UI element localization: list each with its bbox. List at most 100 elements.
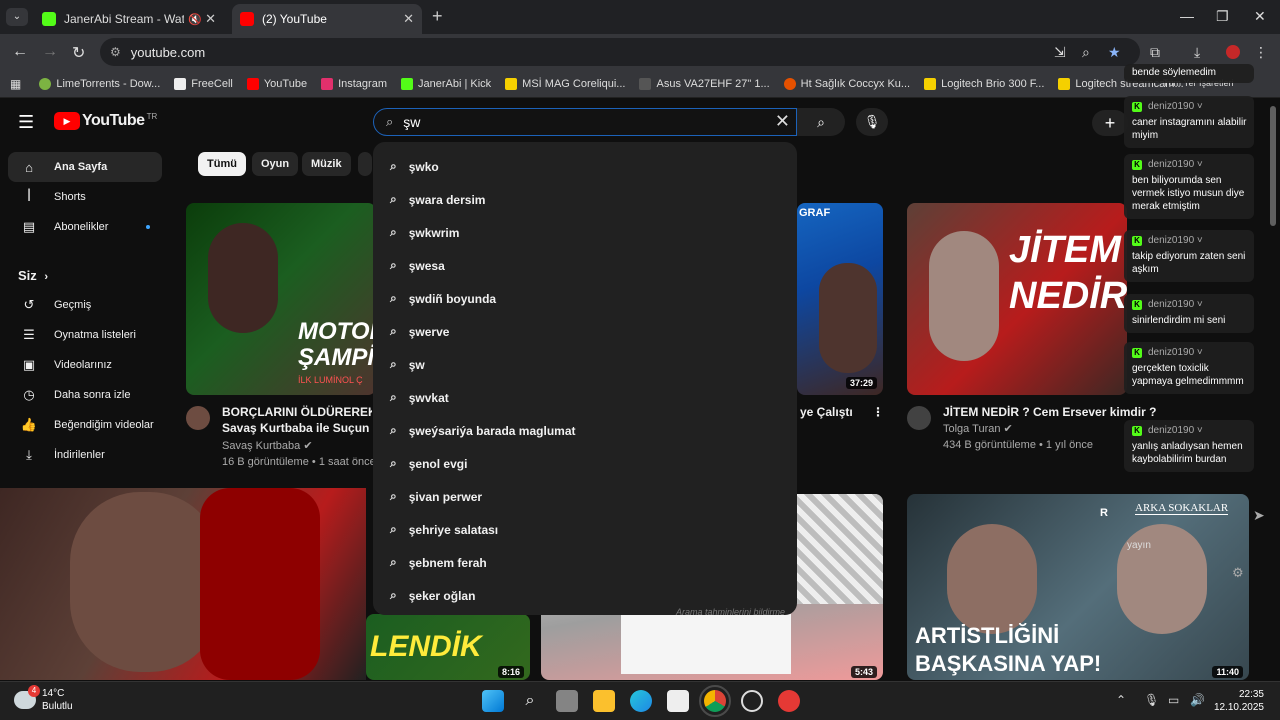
sidebar-item-playlists[interactable]: ☰ Oynatma listeleri bbox=[8, 320, 162, 350]
suggestion-item[interactable]: ⌕ şivan perwer bbox=[373, 480, 797, 513]
browser-tab-youtube[interactable]: (2) YouTube ✕ bbox=[232, 4, 422, 34]
tab-search-button[interactable]: ⌄ bbox=[6, 8, 28, 26]
sidebar-item-history[interactable]: ↺ Geçmiş bbox=[8, 290, 162, 320]
suggestion-item[interactable]: ⌕ şwvkat bbox=[373, 381, 797, 414]
suggestion-item[interactable]: ⌕ şwdiñ boyunda bbox=[373, 282, 797, 315]
suggestion-item[interactable]: ⌕ şebnem ferah bbox=[373, 546, 797, 579]
sidebar-item-shorts[interactable]: ꟾ Shorts bbox=[8, 182, 162, 212]
you-section-heading[interactable]: Siz › bbox=[18, 268, 48, 283]
weather-widget[interactable]: 14°C Bulutlu 4 bbox=[14, 685, 73, 713]
video-thumbnail[interactable]: MOTOK ŞAMPİYON İLK LUMİNOL Ç bbox=[186, 203, 376, 395]
address-bar[interactable]: ⚙ youtube.com bbox=[100, 38, 1140, 66]
chip-all[interactable]: Tümü bbox=[198, 152, 246, 176]
apps-icon[interactable]: ▦ bbox=[10, 77, 21, 91]
profile-avatar[interactable] bbox=[1226, 45, 1240, 59]
close-tab-icon[interactable]: ✕ bbox=[403, 11, 414, 27]
youtube-logo[interactable]: ▶ YouTube TR bbox=[54, 112, 157, 130]
task-view-icon[interactable] bbox=[556, 690, 578, 712]
send-icon[interactable]: ➤ bbox=[1253, 507, 1265, 524]
search-input[interactable] bbox=[403, 114, 744, 130]
chip-more[interactable] bbox=[358, 152, 372, 176]
video-title[interactable]: BORÇLARINI ÖLDÜREREK Ö bbox=[222, 404, 372, 420]
create-button[interactable]: + bbox=[1092, 110, 1128, 136]
sidebar-item-subscriptions[interactable]: ▤ Abonelikler bbox=[8, 212, 162, 242]
suggestion-item[interactable]: ⌕ şehriye salatası bbox=[373, 513, 797, 546]
site-info-icon[interactable]: ⚙ bbox=[110, 45, 121, 59]
search-button[interactable]: ⌕ bbox=[797, 108, 845, 136]
bookmark-item[interactable]: Logitech Brio 300 F... bbox=[924, 77, 1044, 90]
more-options-icon[interactable]: ⋮ bbox=[872, 404, 884, 420]
settings-icon[interactable]: ⚙ bbox=[1232, 565, 1244, 581]
chip-gaming[interactable]: Oyun bbox=[252, 152, 299, 176]
voice-search-button[interactable]: 🎙 bbox=[856, 108, 888, 136]
video-title[interactable]: ye Çalıştı bbox=[800, 404, 853, 420]
suggestion-item[interactable]: ⌕ şenol evgi bbox=[373, 447, 797, 480]
chip-music[interactable]: Müzik bbox=[302, 152, 351, 176]
video-title-line2[interactable]: Savaş Kurtbaba ile Suçun Ar bbox=[222, 420, 372, 436]
sidebar-item-downloads[interactable]: ⤓ İndirilenler bbox=[8, 440, 162, 470]
suggestion-item[interactable]: ⌕ şw bbox=[373, 348, 797, 381]
edge-icon[interactable] bbox=[630, 690, 652, 712]
tray-chevron-icon[interactable]: ⌃ bbox=[1116, 693, 1126, 707]
app-icon[interactable] bbox=[778, 690, 800, 712]
report-suggestions-link[interactable]: Arama tahminlerini bildirme bbox=[676, 607, 785, 617]
minimize-icon[interactable]: — bbox=[1180, 8, 1194, 24]
video-thumbnail[interactable]: GRAF 37:29 bbox=[797, 203, 883, 395]
video-thumbnail[interactable]: ARKA SOKAKLAR ARTİSTLİĞİNİ BAŞKASINA YAP… bbox=[907, 494, 1249, 680]
bookmark-item[interactable]: LimeTorrents - Dow... bbox=[39, 77, 160, 90]
zoom-icon[interactable]: ⌕ bbox=[1082, 44, 1090, 61]
start-icon[interactable] bbox=[482, 690, 504, 712]
browser-tab-kick[interactable]: JanerAbi Stream - Watch Li 🔇 ✕ bbox=[34, 4, 224, 34]
sidebar-item-your-videos[interactable]: ▣ Videolarınız bbox=[8, 350, 162, 380]
system-clock[interactable]: 22:35 12.10.2025 bbox=[1214, 688, 1264, 714]
downloads-icon[interactable]: ⤓ bbox=[1194, 44, 1200, 61]
suggestion-item[interactable]: ⌕ şwko bbox=[373, 150, 797, 183]
page-scrollbar[interactable] bbox=[1270, 106, 1276, 226]
network-icon[interactable]: ▭ bbox=[1168, 693, 1179, 707]
suggestion-item[interactable]: ⌕ şweýsariýa barada maglumat bbox=[373, 414, 797, 447]
bookmark-item[interactable]: FreeCell bbox=[174, 77, 233, 90]
back-icon[interactable]: ← bbox=[12, 43, 28, 61]
bookmark-star-icon[interactable]: ★ bbox=[1108, 44, 1121, 61]
file-explorer-icon[interactable] bbox=[593, 690, 615, 712]
obs-icon[interactable] bbox=[741, 690, 763, 712]
bookmark-item[interactable]: MSİ MAG Coreliqui... bbox=[505, 77, 625, 90]
suggestion-item[interactable]: ⌕ şwesa bbox=[373, 249, 797, 282]
extensions-icon[interactable]: ⧉ bbox=[1150, 44, 1160, 61]
close-window-icon[interactable]: ✕ bbox=[1254, 8, 1266, 25]
chrome-icon[interactable] bbox=[699, 685, 731, 717]
new-tab-icon[interactable]: + bbox=[432, 6, 443, 27]
channel-name[interactable]: Savaş Kurtbaba ✔ bbox=[222, 438, 313, 454]
channel-name[interactable]: Tolga Turan ✔ bbox=[943, 421, 1013, 437]
store-icon[interactable] bbox=[667, 690, 689, 712]
suggestion-item[interactable]: ⌕ şwara dersim bbox=[373, 183, 797, 216]
hamburger-menu-icon[interactable]: ☰ bbox=[18, 112, 34, 133]
close-tab-icon[interactable]: ✕ bbox=[205, 11, 216, 27]
channel-avatar[interactable] bbox=[186, 406, 210, 430]
bookmark-item[interactable]: Instagram bbox=[321, 77, 387, 90]
menu-icon[interactable]: ⋮ bbox=[1254, 44, 1268, 61]
sidebar-item-watch-later[interactable]: ◷ Daha sonra izle bbox=[8, 380, 162, 410]
suggestion-item[interactable]: ⌕ şwerve bbox=[373, 315, 797, 348]
bookmark-item[interactable]: Asus VA27EHF 27" 1... bbox=[639, 77, 770, 90]
install-app-icon[interactable]: ⇲ bbox=[1054, 44, 1066, 61]
muted-icon[interactable]: 🔇 bbox=[188, 13, 202, 26]
maximize-icon[interactable]: ❐ bbox=[1216, 8, 1229, 25]
bookmark-item[interactable]: YouTube bbox=[246, 77, 307, 90]
sidebar-item-label: Geçmiş bbox=[54, 299, 92, 311]
search-box[interactable]: ⌕ ✕ bbox=[373, 108, 797, 136]
sidebar-item-liked[interactable]: 👍 Beğendiğim videolar bbox=[8, 410, 162, 440]
channel-avatar[interactable] bbox=[907, 406, 931, 430]
bookmark-item[interactable]: Ht Sağlık Coccyx Ku... bbox=[783, 77, 910, 90]
suggestion-item[interactable]: ⌕ şwkwrim bbox=[373, 216, 797, 249]
video-thumbnail[interactable]: JİTEM NEDİR bbox=[907, 203, 1127, 395]
bookmark-item[interactable]: JanerAbi | Kick bbox=[401, 77, 491, 90]
clear-search-icon[interactable]: ✕ bbox=[775, 111, 790, 132]
reload-icon[interactable]: ↻ bbox=[72, 43, 85, 63]
search-icon[interactable]: ⌕ bbox=[519, 690, 541, 712]
volume-icon[interactable]: 🔊 bbox=[1190, 693, 1205, 707]
sidebar-item-home[interactable]: ⌂ Ana Sayfa bbox=[8, 152, 162, 182]
forward-icon[interactable]: → bbox=[42, 43, 58, 61]
microphone-icon[interactable]: 🎙 bbox=[1144, 693, 1159, 707]
video-thumbnail[interactable]: LENDİK 8:16 bbox=[366, 614, 530, 680]
